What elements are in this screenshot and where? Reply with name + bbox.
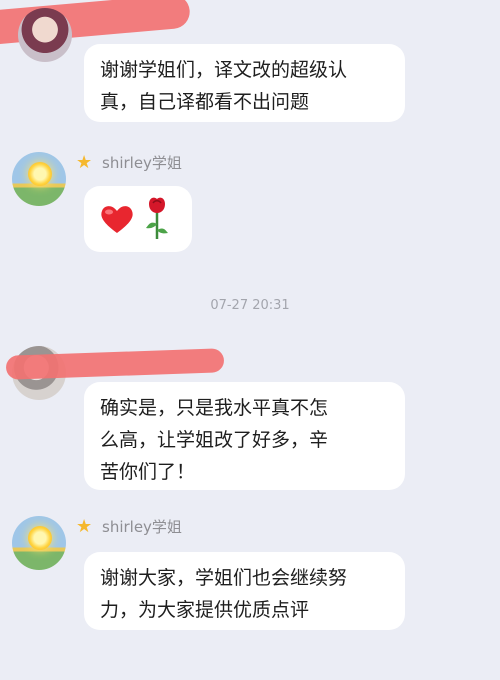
message-text-line: 谢谢学姐们，译文改的超级认	[100, 59, 348, 81]
message-text-line: 力，为大家提供优质点评	[100, 599, 310, 621]
star-icon: ★	[76, 515, 93, 537]
red-heart-icon	[101, 206, 133, 233]
message-bubble[interactable]: 谢谢大家，学姐们也会继续努 力，为大家提供优质点评	[84, 552, 405, 630]
message-text-line: 真，自己译都看不出问题	[100, 91, 310, 113]
message-text-line: 苦你们了！	[100, 461, 196, 483]
message-text-line: 谢谢大家，学姐们也会继续努	[100, 567, 348, 589]
sun-icon	[28, 526, 52, 550]
rose-icon	[146, 197, 168, 239]
sender-row: ★ shirley学姐	[76, 152, 182, 173]
message-bubble[interactable]	[84, 186, 192, 252]
star-icon: ★	[76, 151, 93, 173]
message-text-line: 么高，让学姐改了好多，辛	[100, 429, 329, 451]
sun-icon	[28, 162, 52, 186]
avatar[interactable]	[12, 516, 66, 570]
avatar[interactable]	[12, 152, 66, 206]
sender-name: shirley学姐	[102, 518, 182, 536]
timestamp: 07-27 20:31	[210, 298, 290, 313]
message-text-line: 确实是，只是我水平真不怎	[100, 397, 329, 419]
message-bubble[interactable]: 确实是，只是我水平真不怎 么高，让学姐改了好多，辛 苦你们了！	[84, 382, 405, 490]
avatar[interactable]	[18, 8, 72, 62]
sender-name: shirley学姐	[102, 154, 182, 172]
message-bubble[interactable]: 谢谢学姐们，译文改的超级认 真，自己译都看不出问题	[84, 44, 405, 122]
sender-row: ★ shirley学姐	[76, 516, 182, 537]
